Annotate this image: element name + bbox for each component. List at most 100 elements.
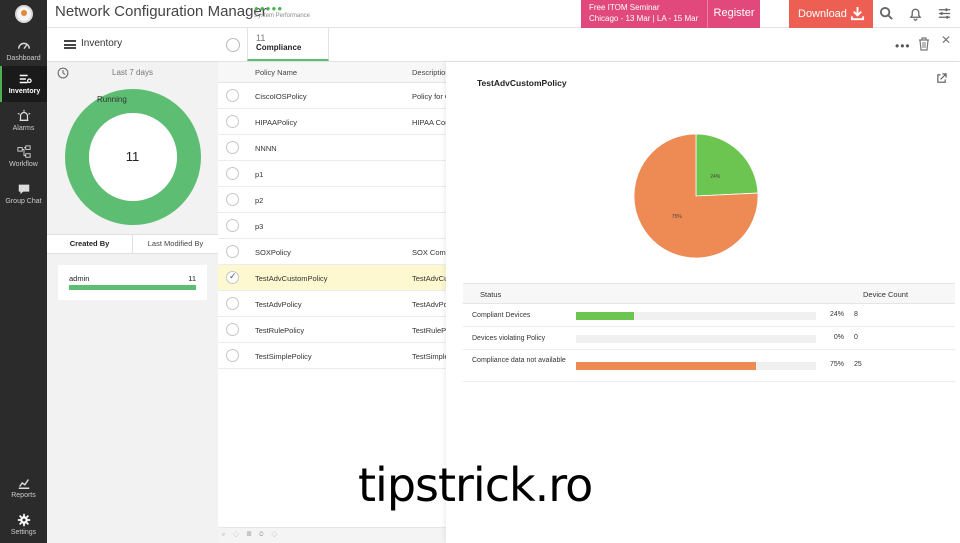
- status-row-not-available[interactable]: Compliance data not available 75% 25: [463, 350, 955, 382]
- avatar: [14, 5, 33, 23]
- policy-description: SOX Comp: [412, 248, 446, 257]
- chat-icon: [18, 184, 29, 195]
- performance-dots: ●●●●●: [254, 4, 284, 13]
- status-bar: [576, 335, 816, 343]
- table-row-selected[interactable]: TestAdvCustomPolicy TestAdvCu: [218, 265, 446, 291]
- status-bar-fill: [576, 312, 634, 320]
- column-header-policy-name[interactable]: Policy Name: [255, 68, 297, 77]
- system-performance-label: System Performance: [254, 13, 311, 19]
- table-row[interactable]: CiscoIOSPolicy Policy for C: [218, 83, 446, 109]
- sidebar-item-dashboard[interactable]: Dashboard: [0, 33, 47, 69]
- seminar-title: Free ITOM Seminar: [589, 3, 660, 12]
- table-row[interactable]: p1: [218, 161, 446, 187]
- compliance-status-table: Status Device Count Compliant Devices 24…: [463, 283, 955, 382]
- table-row[interactable]: TestAdvPolicy TestAdvPo: [218, 291, 446, 317]
- policy-name: TestSimplePolicy: [255, 352, 312, 361]
- column-header-description[interactable]: Description: [412, 68, 446, 77]
- row-checkbox[interactable]: [226, 297, 239, 310]
- tab-compliance[interactable]: 11 Compliance: [247, 28, 329, 61]
- sliders-icon[interactable]: [937, 6, 952, 21]
- user-count-bar: [69, 285, 196, 290]
- inventory-title: Inventory: [81, 38, 123, 49]
- policy-name: SOXPolicy: [255, 248, 291, 257]
- row-checkbox[interactable]: [226, 245, 239, 258]
- table-row[interactable]: HIPAAPolicy HIPAA Com: [218, 109, 446, 135]
- sidebar-item-reports[interactable]: Reports: [0, 470, 47, 506]
- sidebar-item-group-chat[interactable]: Group Chat: [0, 176, 47, 212]
- status-device-count[interactable]: 8: [854, 311, 858, 318]
- tab-last-modified-by[interactable]: Last Modified By: [133, 235, 218, 253]
- app-logo[interactable]: [0, 0, 47, 28]
- user-card[interactable]: admin 11: [58, 265, 207, 300]
- status-row-compliant[interactable]: Compliant Devices 24% 8: [463, 304, 955, 327]
- row-checkbox[interactable]: [226, 167, 239, 180]
- device-count-column-header: Device Count: [863, 290, 909, 299]
- sidebar-item-alarms[interactable]: Alarms: [0, 103, 47, 139]
- seminar-dates: Chicago - 13 Mar | LA - 15 Mar: [589, 14, 699, 23]
- workflow-icon: [16, 145, 31, 158]
- sidebar-item-label: Alarms: [12, 125, 35, 132]
- row-checkbox[interactable]: [226, 141, 239, 154]
- download-button[interactable]: Download: [789, 0, 873, 28]
- external-link-icon[interactable]: [936, 73, 947, 84]
- sidebar-item-label: Settings: [10, 529, 37, 536]
- table-row[interactable]: TestSimplePolicy TestSimple: [218, 343, 446, 369]
- menu-icon[interactable]: [64, 40, 76, 49]
- status-device-count[interactable]: 25: [854, 361, 862, 368]
- table-row[interactable]: p2: [218, 187, 446, 213]
- row-checkbox[interactable]: [226, 349, 239, 362]
- download-label: Download: [798, 8, 847, 20]
- system-performance-indicator[interactable]: ●●●●● System Performance: [254, 4, 311, 20]
- table-row[interactable]: p3: [218, 213, 446, 239]
- policy-description: TestSimple: [412, 352, 446, 361]
- top-bar: Network Configuration Manager ●●●●● Syst…: [0, 0, 960, 28]
- status-bar-fill: [576, 362, 756, 370]
- table-row[interactable]: TestRulePolicy TestRulePo: [218, 317, 446, 343]
- status-column-header: Status: [480, 290, 502, 299]
- policy-description: TestAdvPo: [412, 300, 446, 309]
- policy-name: p1: [255, 170, 264, 179]
- pie-slice[interactable]: [695, 133, 759, 197]
- policy-list-header: Policy Name Description: [218, 62, 446, 83]
- period-label: Last 7 days: [112, 68, 153, 77]
- policy-description: Policy for C: [412, 92, 446, 101]
- more-options-icon[interactable]: •••: [895, 39, 911, 53]
- search-icon[interactable]: [879, 6, 894, 21]
- sidebar-item-settings[interactable]: Settings: [0, 507, 47, 543]
- list-footer-toolbar[interactable]: ⌕ ◇ ▦ ◎ ◇: [218, 527, 446, 543]
- tab-created-by[interactable]: Created By: [47, 235, 133, 253]
- row-checkbox[interactable]: [226, 323, 239, 336]
- sidebar-item-workflow[interactable]: Workflow: [0, 139, 47, 175]
- row-checkbox[interactable]: [226, 89, 239, 102]
- watermark-text: tipstrick.ro: [358, 458, 593, 512]
- status-percent: 24%: [829, 311, 844, 318]
- policy-name: CiscoIOSPolicy: [255, 92, 307, 101]
- row-checkbox[interactable]: [226, 219, 239, 232]
- status-label: Devices violating Policy: [472, 335, 546, 342]
- status-row-violating[interactable]: Devices violating Policy 0% 0: [463, 327, 955, 350]
- policy-name: NNNN: [255, 144, 277, 153]
- register-button[interactable]: Register: [707, 0, 760, 28]
- policy-name: HIPAAPolicy: [255, 118, 297, 127]
- running-count: 11: [125, 149, 140, 164]
- alarm-icon: [17, 109, 30, 121]
- sidebar-item-inventory[interactable]: Inventory: [0, 66, 47, 102]
- status-bar: [576, 312, 816, 320]
- policy-description: HIPAA Com: [412, 118, 446, 127]
- row-checkbox[interactable]: [226, 115, 239, 128]
- sidebar: Dashboard Inventory Alarms Workflow Grou…: [0, 28, 47, 543]
- seminar-banner[interactable]: Free ITOM Seminar Chicago - 13 Mar | LA …: [581, 0, 707, 28]
- trash-icon[interactable]: [918, 37, 930, 51]
- table-row[interactable]: SOXPolicy SOX Comp: [218, 239, 446, 265]
- row-checkbox[interactable]: [226, 193, 239, 206]
- status-device-count[interactable]: 0: [854, 334, 858, 341]
- sidebar-item-label: Group Chat: [5, 198, 42, 205]
- bell-icon[interactable]: [908, 6, 923, 21]
- close-icon[interactable]: ✕: [941, 33, 951, 47]
- row-checkbox-checked[interactable]: [226, 271, 239, 284]
- user-count: 11: [188, 274, 196, 283]
- select-all-checkbox[interactable]: [226, 38, 240, 52]
- policy-detail-title: TestAdvCustomPolicy: [477, 78, 567, 88]
- table-row[interactable]: NNNN: [218, 135, 446, 161]
- policy-description: TestRulePo: [412, 326, 446, 335]
